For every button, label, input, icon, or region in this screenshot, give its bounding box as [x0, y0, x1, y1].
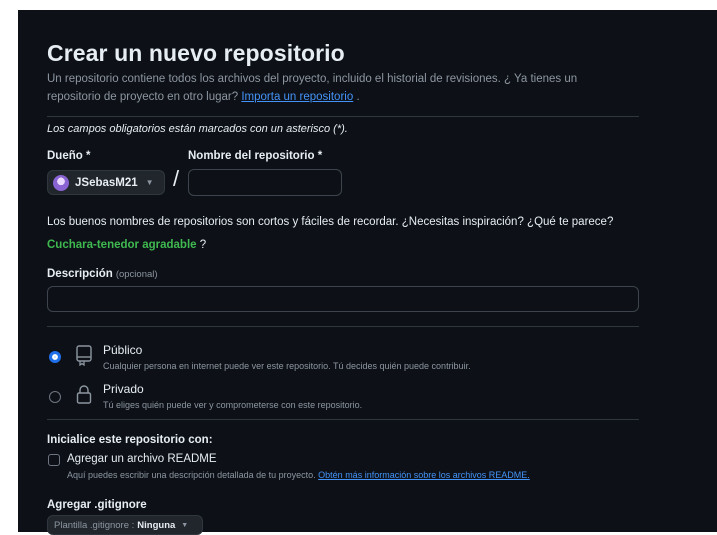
description-label-text: Descripción [47, 268, 113, 280]
repo-icon [75, 344, 93, 371]
divider [47, 326, 639, 327]
public-title: Público [103, 343, 143, 357]
divider [47, 116, 639, 117]
owner-repo-separator: / [173, 166, 180, 191]
initialize-title: Inicialice este repositorio con: [47, 434, 213, 446]
public-description: Cualquier persona en internet puede ver … [103, 361, 471, 371]
gitignore-value: Ninguna [137, 519, 176, 531]
readme-learn-more-link[interactable]: Obtén más información sobre los archivos… [318, 470, 530, 480]
chevron-down-icon: ▼ [145, 178, 154, 187]
readme-checkbox[interactable] [48, 454, 60, 466]
subtitle-suffix: . [356, 91, 360, 103]
chevron-down-icon: ▼ [181, 521, 189, 529]
page-subtitle: Un repositorio contiene todos los archiv… [47, 70, 607, 106]
repo-name-hint: Los buenos nombres de repositorios son c… [47, 216, 614, 228]
repo-name-label: Nombre del repositorio * [188, 150, 323, 162]
optional-hint: (opcional) [115, 269, 158, 280]
gitignore-title: Agregar .gitignore [47, 499, 147, 511]
page-background: Crear un nuevo repositorio Un repositori… [18, 10, 717, 535]
gitignore-template-dropdown[interactable]: Plantilla .gitignore : Ninguna ▼ [47, 515, 203, 535]
owner-dropdown[interactable]: JSebasM21 ▼ [47, 170, 165, 195]
public-radio[interactable] [49, 351, 61, 363]
suggestion-suffix: ? [196, 239, 207, 251]
description-label: Descripción (opcional) [47, 268, 158, 280]
name-suggestion: Cuchara-tenedor agradable ? [47, 239, 206, 251]
avatar [53, 174, 69, 191]
repo-name-input[interactable] [188, 169, 342, 196]
readme-label[interactable]: Agregar un archivo README [67, 453, 217, 465]
required-fields-note: Los campos obligatorios están marcados c… [47, 123, 348, 135]
lock-icon [75, 383, 93, 410]
readme-description-text: Aquí puedes escribir una descripción det… [67, 470, 316, 480]
description-input[interactable] [47, 286, 639, 312]
owner-label: Dueño * [47, 150, 91, 162]
private-description: Tú eliges quién puede ver y comprometers… [103, 400, 363, 410]
readme-description: Aquí puedes escribir una descripción det… [67, 470, 530, 480]
import-repo-link[interactable]: Importa un repositorio [241, 91, 353, 103]
suggested-name-link[interactable]: Cuchara-tenedor agradable [47, 239, 197, 251]
page-title: Crear un nuevo repositorio [47, 40, 345, 66]
owner-name: JSebasM21 [75, 176, 138, 189]
gitignore-prefix: Plantilla .gitignore : [54, 519, 135, 531]
private-title: Privado [103, 382, 144, 396]
private-radio[interactable] [49, 391, 61, 403]
divider [47, 419, 639, 420]
